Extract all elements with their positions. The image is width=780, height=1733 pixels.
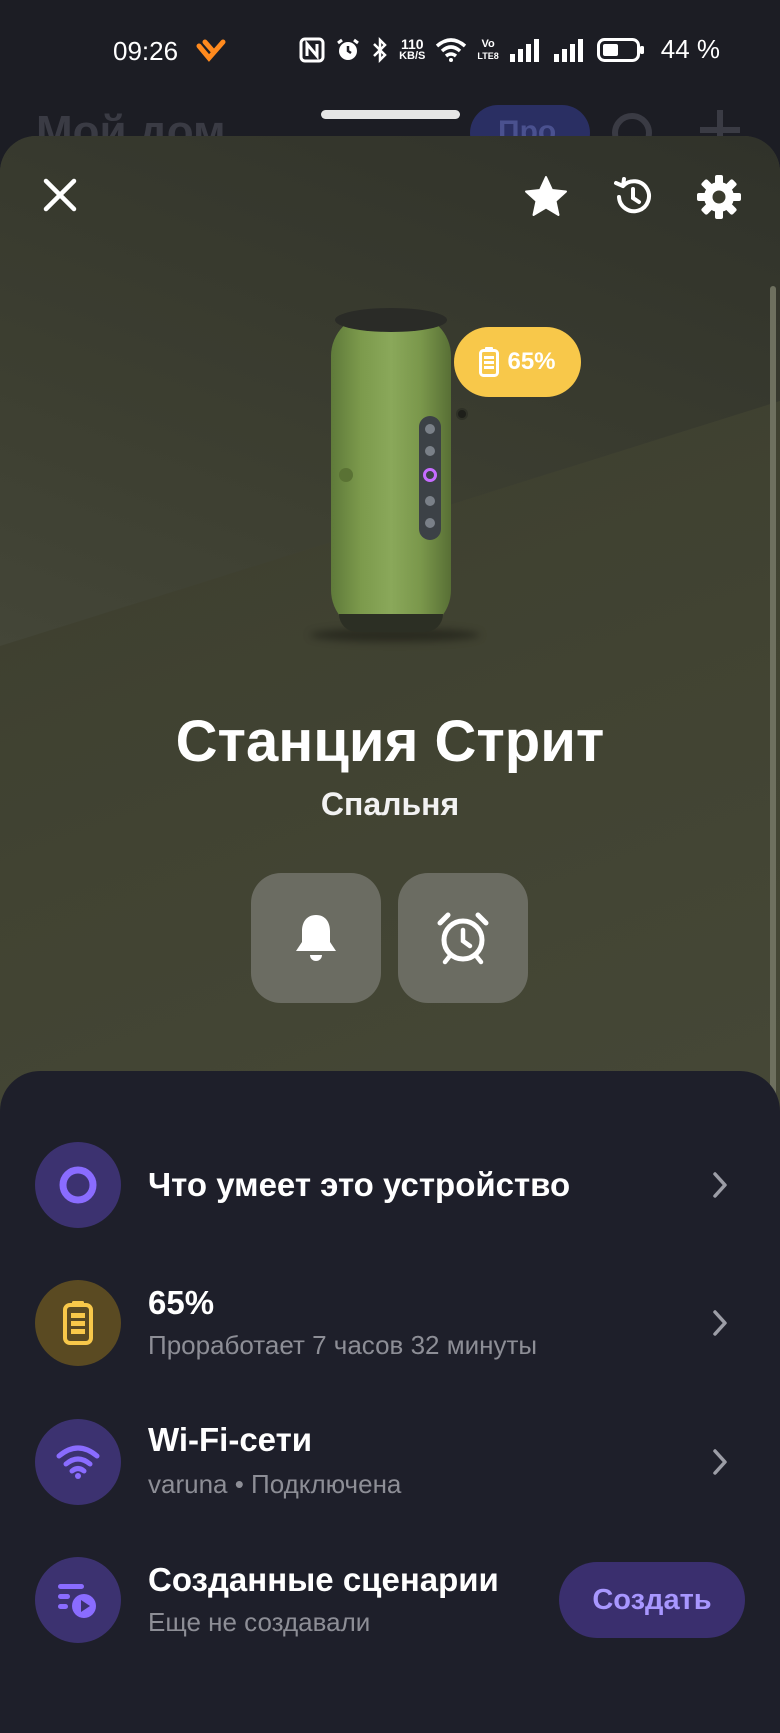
star-icon [525,176,567,216]
row-wifi-subtitle: varuna • Подключена [148,1469,402,1499]
speaker-port [456,408,468,420]
chevron-right-icon [706,1448,734,1476]
row-capabilities-title: Что умеет это устройство [148,1166,571,1203]
battery-percent: 44 % [660,34,720,64]
signal-2-icon [553,38,583,62]
scenario-icon [58,1584,96,1618]
status-time: 09:26 [113,36,179,66]
row-capabilities[interactable]: Что умеет это устройство [0,1130,780,1240]
device-name: Станция Стрит [175,709,605,774]
gear-icon [697,175,741,219]
bell-icon [296,915,336,961]
close-button[interactable] [30,165,90,225]
speaker-top [335,308,447,332]
bluetooth-icon [373,36,387,63]
volte-bottom: LTE8 [477,50,499,61]
speaker-logo [339,468,353,482]
favorite-button[interactable] [516,167,576,227]
row-wifi[interactable]: Wi-Fi-сети varuna • Подключена [0,1407,780,1517]
battery-status-icon [596,37,644,62]
bell-button[interactable] [251,873,381,1003]
device-room[interactable]: Спальня [0,786,780,823]
battery-icon [63,1301,93,1345]
row-wifi-title: Wi-Fi-сети [148,1421,313,1458]
history-icon [614,177,651,214]
app-notification-icon [196,39,226,62]
row-battery[interactable]: 65% Проработает 7 часов 32 минуты [0,1268,780,1378]
speaker-bottom [339,614,443,632]
wifi-status-icon [436,37,467,62]
alarm-status-icon [337,38,360,60]
wifi-icon [56,1445,100,1479]
net-speed-value: 110 [400,35,424,52]
battery-badge: 65% [454,327,581,397]
status-icons: 110 KB/S Vo LTE8 44 % [299,34,720,65]
signal-1-icon [509,38,539,62]
history-button[interactable] [603,167,663,227]
row-battery-subtitle: Проработает 7 часов 32 минуты [148,1330,538,1360]
settings-button[interactable] [689,167,749,227]
battery-badge-text: 65% [507,348,556,375]
alarm-button[interactable] [398,873,528,1003]
alarm-clock-icon [437,912,489,965]
volte-top: Vo [481,37,495,50]
status-bar: 09:26 110 KB/S Vo LTE8 44 % [0,0,780,100]
close-icon [43,178,77,212]
net-speed-unit: KB/S [399,49,426,62]
net-speed: 110 KB/S [399,35,426,62]
alice-icon [59,1166,97,1204]
create-scenario-button[interactable]: Создать [559,1562,745,1638]
chevron-right-icon [706,1171,734,1199]
row-scenarios-subtitle: Еще не создавали [148,1607,371,1637]
chevron-right-icon [706,1309,734,1337]
speaker-control-panel [419,416,441,540]
row-wifi-icon-bg [35,1419,121,1505]
nfc-icon [299,37,325,62]
sheet-grab-handle[interactable] [321,110,460,119]
row-battery-icon-bg [35,1280,121,1366]
speaker-image [331,308,468,633]
row-battery-title: 65% [148,1284,215,1321]
row-scenarios-icon-bg [35,1557,121,1643]
battery-icon [479,347,500,377]
volte-indicator: Vo LTE8 [477,38,498,62]
row-scenarios-title: Созданные сценарии [148,1561,499,1598]
row-capabilities-icon-bg [35,1142,121,1228]
